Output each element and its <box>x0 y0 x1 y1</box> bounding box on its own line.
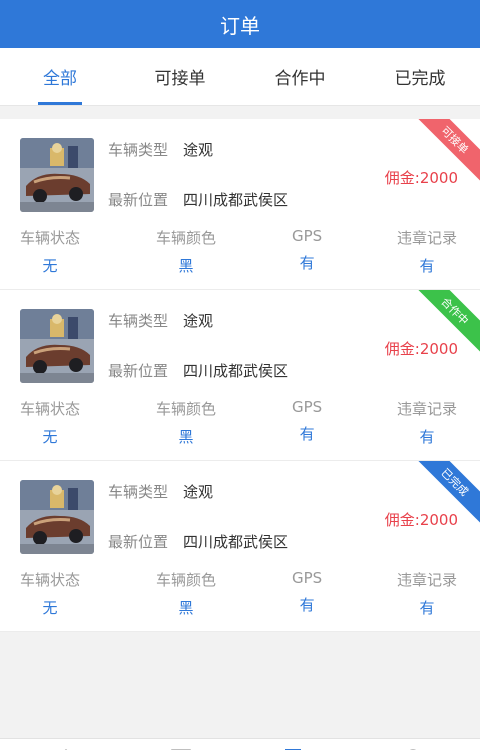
stat-value: 有 <box>419 599 435 617</box>
location-label: 最新位置 <box>108 191 169 209</box>
stat-value: 黑 <box>178 257 194 275</box>
stat-label: GPS <box>292 398 323 416</box>
order-card[interactable]: 车辆类型 途观 最新位置 四川成都武侯区 佣金:2000 合作中 车辆状态 无 … <box>0 290 480 461</box>
tab-all[interactable]: 全部 <box>0 48 120 105</box>
stat-label: GPS <box>292 227 323 245</box>
tab-completed[interactable]: 已完成 <box>360 48 480 105</box>
stat-vehicle-color: 车辆颜色 黑 <box>156 569 216 618</box>
vehicle-stats: 车辆状态 无 车辆颜色 黑 GPS 有 违章记录 有 <box>0 398 480 448</box>
stat-vehicle-status: 车辆状态 无 <box>20 227 80 276</box>
stat-vehicle-status: 车辆状态 无 <box>20 398 80 447</box>
stat-label: 违章记录 <box>397 571 458 589</box>
user-icon[interactable] <box>402 743 424 750</box>
stat-value: 有 <box>299 425 315 443</box>
tab-in-progress[interactable]: 合作中 <box>240 48 360 105</box>
stat-label: 车辆状态 <box>20 571 81 589</box>
bottom-nav <box>0 738 480 750</box>
stat-label: 车辆颜色 <box>156 229 217 247</box>
order-tabs: 全部 可接单 合作中 已完成 <box>0 48 480 106</box>
order-list: 车辆类型 途观 最新位置 四川成都武侯区 佣金:2000 可接单 车辆状态 无 … <box>0 119 480 632</box>
stat-value: 有 <box>419 257 435 275</box>
stat-vehicle-color: 车辆颜色 黑 <box>156 398 216 447</box>
location-value: 四川成都武侯区 <box>183 362 289 380</box>
car-thumbnail <box>20 138 94 212</box>
stat-value: 无 <box>42 428 58 446</box>
page-title: 订单 <box>220 13 260 38</box>
tab-label: 可接单 <box>154 69 206 89</box>
stat-value: 有 <box>299 596 315 614</box>
vehicle-type-value: 途观 <box>183 312 214 330</box>
stat-violations: 违章记录 有 <box>397 569 457 618</box>
vehicle-type-label: 车辆类型 <box>108 483 169 501</box>
location-label: 最新位置 <box>108 533 169 551</box>
stat-label: 车辆颜色 <box>156 571 217 589</box>
commission-amount: 佣金:2000 <box>384 511 458 529</box>
stat-violations: 违章记录 有 <box>397 398 457 447</box>
stat-label: 车辆状态 <box>20 400 81 418</box>
stat-violations: 违章记录 有 <box>397 227 457 276</box>
tab-label: 全部 <box>43 69 77 89</box>
location-label: 最新位置 <box>108 362 169 380</box>
vehicle-type-label: 车辆类型 <box>108 312 169 330</box>
tab-label: 已完成 <box>394 69 446 89</box>
tab-available[interactable]: 可接单 <box>120 48 240 105</box>
stat-value: 有 <box>419 428 435 446</box>
stat-gps: GPS 有 <box>292 398 322 444</box>
vehicle-type-value: 途观 <box>183 483 214 501</box>
stat-value: 黑 <box>178 428 194 446</box>
stat-vehicle-status: 车辆状态 无 <box>20 569 80 618</box>
order-card[interactable]: 车辆类型 途观 最新位置 四川成都武侯区 佣金:2000 已完成 车辆状态 无 … <box>0 461 480 632</box>
stat-vehicle-color: 车辆颜色 黑 <box>156 227 216 276</box>
stat-gps: GPS 有 <box>292 569 322 615</box>
car-thumbnail <box>20 309 94 383</box>
stat-value: 无 <box>42 257 58 275</box>
square-icon[interactable] <box>170 743 192 750</box>
app-header: 订单 <box>0 0 480 48</box>
order-card[interactable]: 车辆类型 途观 最新位置 四川成都武侯区 佣金:2000 可接单 车辆状态 无 … <box>0 119 480 290</box>
stat-label: 车辆状态 <box>20 229 81 247</box>
vehicle-stats: 车辆状态 无 车辆颜色 黑 GPS 有 违章记录 有 <box>0 569 480 619</box>
stat-label: 违章记录 <box>397 229 458 247</box>
stat-label: 违章记录 <box>397 400 458 418</box>
stat-value: 黑 <box>178 599 194 617</box>
commission-amount: 佣金:2000 <box>384 169 458 187</box>
stat-label: 车辆颜色 <box>156 400 217 418</box>
home-icon[interactable] <box>55 743 77 750</box>
stat-value: 无 <box>42 599 58 617</box>
vehicle-type-label: 车辆类型 <box>108 141 169 159</box>
location-value: 四川成都武侯区 <box>183 533 289 551</box>
orders-icon[interactable] <box>284 743 306 750</box>
vehicle-type-value: 途观 <box>183 141 214 159</box>
stat-label: GPS <box>292 569 323 587</box>
stat-gps: GPS 有 <box>292 227 322 273</box>
stat-value: 有 <box>299 254 315 272</box>
tab-label: 合作中 <box>274 69 326 89</box>
location-value: 四川成都武侯区 <box>183 191 289 209</box>
vehicle-stats: 车辆状态 无 车辆颜色 黑 GPS 有 违章记录 有 <box>0 227 480 277</box>
car-thumbnail <box>20 480 94 554</box>
commission-amount: 佣金:2000 <box>384 340 458 358</box>
